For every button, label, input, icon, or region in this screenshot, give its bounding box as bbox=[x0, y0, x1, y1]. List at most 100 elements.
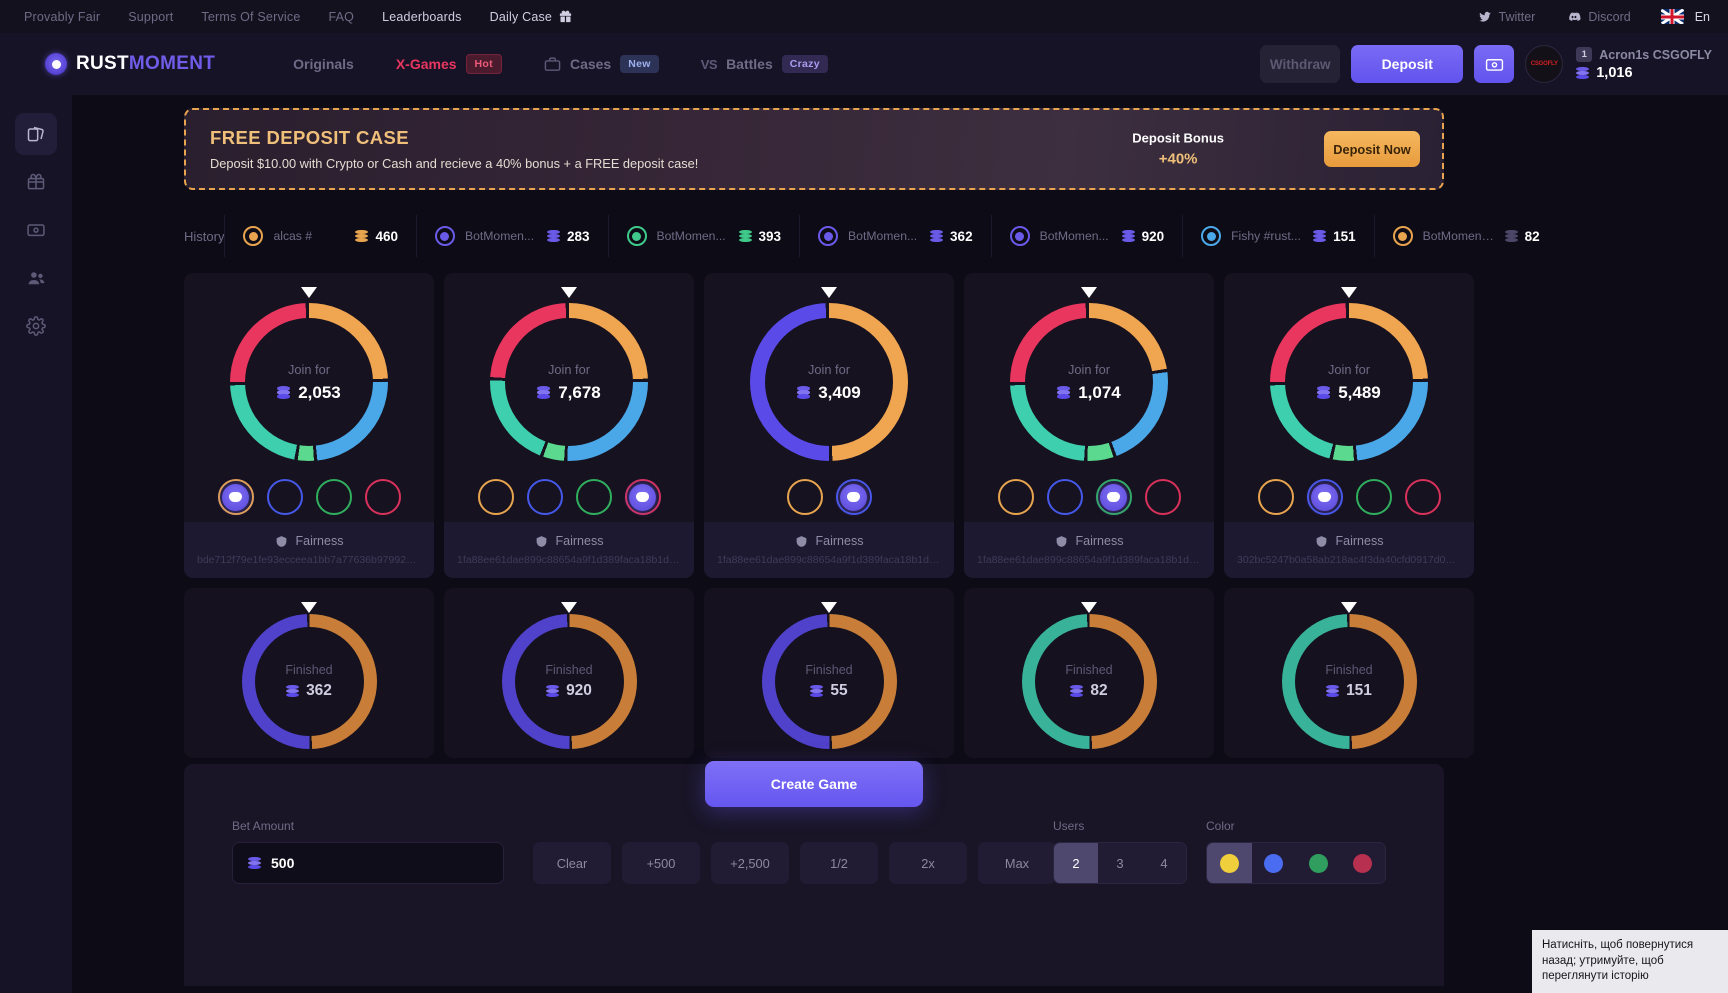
badge-hot: Hot bbox=[465, 54, 502, 74]
sidebar-item-affiliates[interactable] bbox=[15, 257, 57, 299]
join-amount: 7,678 bbox=[558, 382, 601, 402]
game-slot[interactable] bbox=[1095, 479, 1132, 515]
history-item[interactable]: BotMomen... 393 bbox=[607, 215, 800, 257]
history-avatar bbox=[434, 226, 455, 246]
wallet-icon bbox=[1485, 55, 1504, 74]
join-amount: 2,053 bbox=[298, 382, 341, 402]
fairness-icon bbox=[1315, 535, 1328, 548]
game-card[interactable]: Join for 5,489 Fairness 302bc5247b0a58ab218… bbox=[1224, 273, 1474, 578]
coin-icon bbox=[1121, 229, 1135, 243]
topbar-link-terms[interactable]: Terms Of Service bbox=[187, 10, 314, 24]
topbar-link-leaderboards[interactable]: Leaderboards bbox=[368, 10, 476, 24]
user-balance-row[interactable]: 1,016 bbox=[1576, 65, 1712, 81]
quick-bet-button[interactable]: 2x bbox=[889, 842, 967, 884]
fairness-section[interactable]: Fairness 1fa88ee61dae899c88654a9f1d389fac… bbox=[444, 522, 694, 578]
quick-bet-button[interactable]: +500 bbox=[622, 842, 700, 884]
logo[interactable]: RUSTMOMENT bbox=[45, 53, 215, 75]
nav-item-originals[interactable]: Originals bbox=[277, 50, 370, 78]
color-option[interactable] bbox=[1296, 843, 1341, 883]
game-slot[interactable] bbox=[624, 479, 661, 515]
twitter-link[interactable]: Twitter bbox=[1464, 10, 1550, 24]
topbar-link-support[interactable]: Support bbox=[114, 10, 187, 24]
history-item[interactable]: alcas # 460 bbox=[224, 215, 416, 257]
finished-game-card[interactable]: Finished 82 bbox=[964, 588, 1214, 758]
sidebar-item-settings[interactable] bbox=[15, 305, 57, 347]
flag-uk-icon[interactable] bbox=[1660, 9, 1684, 24]
game-slot[interactable] bbox=[997, 479, 1034, 515]
game-slot[interactable] bbox=[526, 479, 563, 515]
game-slot[interactable] bbox=[266, 479, 303, 515]
sidebar-item-cases[interactable] bbox=[15, 161, 57, 203]
color-swatch bbox=[1219, 853, 1239, 873]
game-card[interactable]: Join for 3,409 Fairness 1fa88ee61dae899c886… bbox=[704, 273, 954, 578]
sidebar-item-wallet[interactable] bbox=[15, 209, 57, 251]
game-card[interactable]: Join for 7,678 Fairness 1fa88ee61dae899c886… bbox=[444, 273, 694, 578]
game-slot[interactable] bbox=[477, 479, 514, 515]
create-game-button[interactable]: Create Game bbox=[705, 761, 923, 807]
finished-amount-wrap: 362 bbox=[286, 682, 332, 700]
bet-amount-input[interactable]: 500 bbox=[232, 842, 504, 884]
finished-game-card[interactable]: Finished 920 bbox=[444, 588, 694, 758]
game-slot[interactable] bbox=[1355, 479, 1392, 515]
withdraw-button[interactable]: Withdraw bbox=[1260, 45, 1341, 83]
deposit-now-button[interactable]: Deposit Now bbox=[1324, 131, 1420, 167]
game-slot[interactable] bbox=[835, 479, 872, 515]
topbar-link-provably-fair[interactable]: Provably Fair bbox=[10, 10, 114, 24]
history-item[interactable]: Fishy #rust... 151 bbox=[1182, 215, 1374, 257]
game-slot[interactable] bbox=[786, 479, 823, 515]
avatar[interactable]: CSGOFLY bbox=[1525, 45, 1564, 83]
quick-bet-button[interactable]: 1/2 bbox=[800, 842, 878, 884]
game-slot[interactable] bbox=[364, 479, 401, 515]
nav-item-cases[interactable]: Cases New bbox=[528, 49, 675, 79]
game-slot[interactable] bbox=[1257, 479, 1294, 515]
nav-items: Originals X-Games Hot Cases New VS Battl… bbox=[277, 48, 844, 80]
language-selector[interactable]: En bbox=[1695, 10, 1710, 24]
game-slot[interactable] bbox=[1144, 479, 1181, 515]
quick-bet-button[interactable]: Clear bbox=[533, 842, 611, 884]
game-slot[interactable] bbox=[575, 479, 612, 515]
finished-game-card[interactable]: Finished 362 bbox=[184, 588, 434, 758]
sidebar-item-games[interactable] bbox=[15, 113, 57, 155]
gear-icon bbox=[26, 316, 46, 336]
quick-bet-button[interactable]: +2,500 bbox=[711, 842, 789, 884]
wallet-icon bbox=[26, 220, 46, 240]
game-card[interactable]: Join for 2,053 Fairness bde712f79e1fe93ecce… bbox=[184, 273, 434, 578]
player-avatar-icon bbox=[222, 483, 249, 511]
nav-item-x-games[interactable]: X-Games Hot bbox=[380, 48, 518, 80]
game-slot[interactable] bbox=[1404, 479, 1441, 515]
logo-mark-icon bbox=[45, 53, 67, 75]
topbar-link-faq[interactable]: FAQ bbox=[314, 10, 368, 24]
nav-item-battles[interactable]: VS Battles Crazy bbox=[685, 49, 844, 79]
history-item[interactable]: BotMomen... 283 bbox=[415, 215, 608, 257]
users-option[interactable]: 3 bbox=[1098, 843, 1142, 883]
finished-game-card[interactable]: Finished 151 bbox=[1224, 588, 1474, 758]
discord-link[interactable]: Discord bbox=[1553, 10, 1644, 24]
game-slot[interactable] bbox=[1046, 479, 1083, 515]
history-item[interactable]: BotMomen... 362 bbox=[799, 215, 991, 257]
fairness-section[interactable]: Fairness bde712f79e1fe93ecceea1bb7a77636b… bbox=[184, 522, 434, 578]
fairness-section[interactable]: Fairness 302bc5247b0a58ab218ac4f3da40cfd0… bbox=[1224, 522, 1474, 578]
users-option[interactable]: 4 bbox=[1142, 843, 1186, 883]
finished-game-card[interactable]: Finished 55 bbox=[704, 588, 954, 758]
wallet-button[interactable] bbox=[1474, 45, 1515, 83]
game-card[interactable]: Join for 1,074 Fairness 1fa88ee61dae899c886… bbox=[964, 273, 1214, 578]
game-slot[interactable] bbox=[217, 479, 254, 515]
history-item[interactable]: BotMoment... 82 bbox=[1373, 215, 1558, 257]
wheel-pointer-icon bbox=[821, 287, 837, 298]
top-utility-bar: Provably Fair Support Terms Of Service F… bbox=[0, 0, 1728, 33]
color-option[interactable] bbox=[1251, 843, 1296, 883]
topbar-link-daily-case[interactable]: Daily Case bbox=[476, 10, 558, 24]
users-option[interactable]: 2 bbox=[1054, 843, 1098, 883]
color-option[interactable] bbox=[1340, 843, 1385, 883]
game-slot[interactable] bbox=[1306, 479, 1343, 515]
history-amount: 393 bbox=[758, 228, 782, 244]
game-slot[interactable] bbox=[315, 479, 352, 515]
fairness-header: Fairness bbox=[1315, 534, 1383, 548]
history-amount: 151 bbox=[1333, 228, 1356, 244]
deposit-button[interactable]: Deposit bbox=[1351, 45, 1464, 83]
fairness-section[interactable]: Fairness 1fa88ee61dae899c88654a9f1d389fac… bbox=[704, 522, 954, 578]
quick-bet-button[interactable]: Max bbox=[978, 842, 1056, 884]
history-item[interactable]: BotMomen... 920 bbox=[990, 215, 1183, 257]
color-option[interactable] bbox=[1207, 843, 1252, 883]
fairness-section[interactable]: Fairness 1fa88ee61dae899c88654a9f1d389fac… bbox=[964, 522, 1214, 578]
